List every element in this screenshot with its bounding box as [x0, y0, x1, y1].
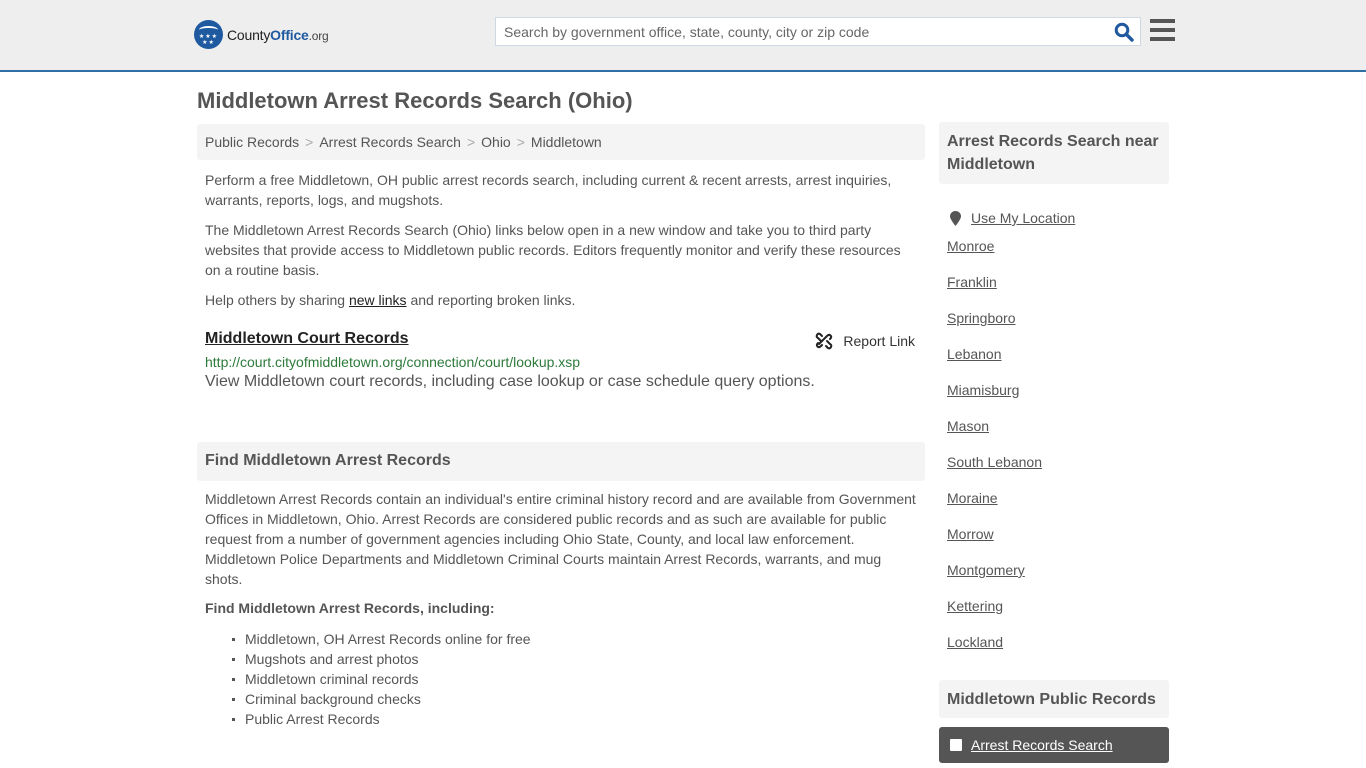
resource-link-description: View Middletown court records, including… [205, 373, 815, 390]
nearby-city-item: Montgomery [947, 560, 1167, 596]
resource-link-url: http://court.cityofmiddletown.org/connec… [205, 354, 581, 370]
search-box [495, 17, 1141, 46]
find-records-subheading: Find Middletown Arrest Records, includin… [205, 600, 495, 616]
breadcrumb-separator: > [516, 134, 525, 150]
nearby-city-item: Lebanon [947, 344, 1167, 380]
search-button[interactable] [1114, 22, 1134, 42]
site-header: ★★★ ★★ CountyOffice.org [0, 0, 1366, 72]
nearby-city-item: Miamisburg [947, 380, 1167, 416]
nearby-city-link[interactable]: Lebanon [947, 346, 1002, 362]
nearby-city-link[interactable]: Morrow [947, 526, 994, 542]
nearby-city-item: South Lebanon [947, 452, 1167, 488]
hamburger-menu-icon [1150, 19, 1175, 23]
nearby-cities-list: Use My Location Monroe Franklin Springbo… [947, 200, 1167, 668]
nearby-city-link[interactable]: Mason [947, 418, 989, 434]
sidebar-public-records-heading: Middletown Public Records [939, 680, 1169, 718]
sidebar-item-arrest-records-search[interactable]: Arrest Records Search [939, 727, 1169, 763]
square-icon [950, 739, 962, 751]
nearby-city-item: Moraine [947, 488, 1167, 524]
list-item: Criminal background checks [232, 689, 531, 709]
sidebar-near-heading: Arrest Records Search near Middletown [939, 122, 1169, 184]
breadcrumb-ohio[interactable]: Ohio [481, 134, 511, 150]
find-records-heading: Find Middletown Arrest Records [197, 442, 925, 481]
resource-link-title[interactable]: Middletown Court Records [205, 330, 409, 347]
search-icon [1114, 22, 1134, 42]
nearby-city-link[interactable]: Monroe [947, 238, 994, 254]
report-link-button[interactable]: Report Link [815, 332, 915, 350]
nearby-city-item: Mason [947, 416, 1167, 452]
nearby-city-item: Springboro [947, 308, 1167, 344]
use-my-location: Use My Location [947, 200, 1167, 236]
nearby-city-link[interactable]: South Lebanon [947, 454, 1042, 470]
page-title: Middletown Arrest Records Search (Ohio) [197, 88, 633, 113]
nearby-city-link[interactable]: Moraine [947, 490, 998, 506]
nearby-city-item: Morrow [947, 524, 1167, 560]
intro-text: Perform a free Middletown, OH public arr… [205, 170, 917, 320]
share-links-paragraph: Help others by sharing new links and rep… [205, 292, 576, 308]
nearby-city-item: Franklin [947, 272, 1167, 308]
search-input[interactable] [496, 18, 1106, 45]
resource-link-item: Middletown Court Records Report Link htt… [205, 330, 917, 391]
breadcrumb: Public Records > Arrest Records Search > Ohi… [197, 124, 925, 160]
nearby-city-link[interactable]: Montgomery [947, 562, 1025, 578]
breadcrumb-arrest-records-search[interactable]: Arrest Records Search [319, 134, 461, 150]
nearby-city-link[interactable]: Kettering [947, 598, 1003, 614]
breadcrumb-separator: > [466, 134, 476, 150]
list-item: Middletown, OH Arrest Records online for… [232, 631, 531, 647]
sidebar-item-label[interactable]: Arrest Records Search [971, 737, 1113, 753]
nearby-city-item: Lockland [947, 632, 1167, 668]
nearby-city-link[interactable]: Lockland [947, 634, 1003, 650]
intro-paragraph: The Middletown Arrest Records Search (Oh… [205, 222, 901, 278]
intro-paragraph: Perform a free Middletown, OH public arr… [205, 172, 892, 208]
broken-link-icon [816, 332, 833, 350]
list-item: Middletown criminal records [232, 669, 531, 689]
nearby-city-link[interactable]: Miamisburg [947, 382, 1019, 398]
breadcrumb-separator: > [305, 134, 314, 150]
logo-text: CountyOffice.org [227, 26, 329, 43]
find-records-list: Middletown, OH Arrest Records online for… [232, 629, 531, 729]
list-item: Mugshots and arrest photos [232, 649, 531, 669]
nearby-city-link[interactable]: Springboro [947, 310, 1016, 326]
eagle-logo-icon: ★★★ ★★ [194, 20, 223, 49]
breadcrumb-middletown[interactable]: Middletown [531, 134, 602, 150]
site-logo[interactable]: ★★★ ★★ CountyOffice.org [194, 20, 329, 49]
nearby-city-link[interactable]: Franklin [947, 274, 997, 290]
use-my-location-link[interactable]: Use My Location [971, 208, 1075, 228]
nearby-city-item: Kettering [947, 596, 1167, 632]
report-link-label: Report Link [843, 333, 915, 349]
list-item: Public Arrest Records [232, 709, 531, 729]
find-records-body: Middletown Arrest Records contain an ind… [205, 491, 916, 587]
map-pin-icon [950, 210, 961, 226]
breadcrumb-public-records[interactable]: Public Records [205, 134, 299, 150]
nearby-city-item: Monroe [947, 236, 1167, 272]
hamburger-menu-button[interactable] [1150, 19, 1175, 41]
new-links-link[interactable]: new links [349, 292, 407, 308]
